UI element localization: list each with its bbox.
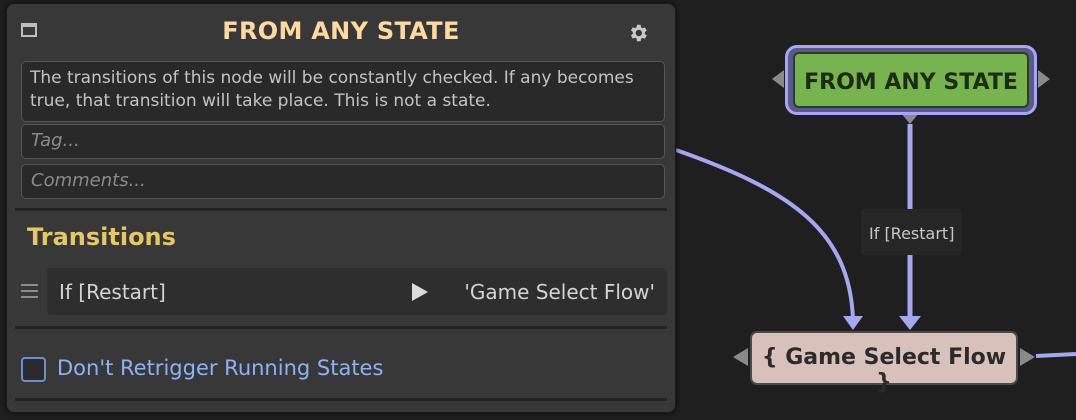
edge-label-box[interactable]: If [Restart] (861, 209, 962, 255)
any-state-node-label: FROM ANY STATE (804, 70, 1018, 95)
transition-target: 'Game Select Flow' (464, 280, 655, 304)
panel-title: FROM ANY STATE (222, 17, 460, 45)
outgoing-edge (1035, 352, 1076, 358)
transition-row[interactable]: If [Restart] 'Game Select Flow' (15, 268, 667, 315)
divider (15, 398, 667, 401)
play-icon (412, 283, 428, 301)
any-state-node[interactable]: FROM ANY STATE (785, 45, 1037, 115)
retrigger-checkbox[interactable] (21, 357, 46, 382)
edge-arrowhead (843, 316, 863, 330)
edge-arrowhead (899, 316, 921, 330)
description-box: The transitions of this node will be con… (21, 61, 665, 122)
retrigger-label[interactable]: Don't Retrigger Running States (57, 356, 383, 380)
transition-row-box[interactable]: If [Restart] 'Game Select Flow' (47, 268, 667, 315)
target-state-node[interactable]: { Game Select Flow } (750, 331, 1018, 395)
transitions-title: Transitions (27, 223, 176, 251)
port-left-icon[interactable] (733, 348, 748, 366)
comments-field[interactable]: Comments... (21, 164, 665, 199)
inspector-panel: FROM ANY STATE The transitions of this n… (6, 3, 676, 413)
divider (15, 208, 667, 211)
edge-label: If [Restart] (869, 224, 955, 243)
transition-condition: If [Restart] (59, 280, 166, 304)
port-right-icon[interactable] (1038, 70, 1050, 88)
port-left-icon[interactable] (772, 70, 784, 88)
gear-icon[interactable] (627, 22, 649, 44)
port-right-icon[interactable] (1020, 348, 1035, 366)
panel-header: FROM ANY STATE (7, 4, 675, 56)
tag-field[interactable]: Tag... (21, 124, 665, 159)
divider (15, 326, 667, 329)
transition-edge-curve[interactable] (675, 148, 855, 321)
target-state-node-label: { Game Select Flow } (761, 345, 1007, 395)
drag-handle-icon[interactable] (21, 284, 38, 298)
any-state-node-body: FROM ANY STATE (793, 52, 1029, 108)
